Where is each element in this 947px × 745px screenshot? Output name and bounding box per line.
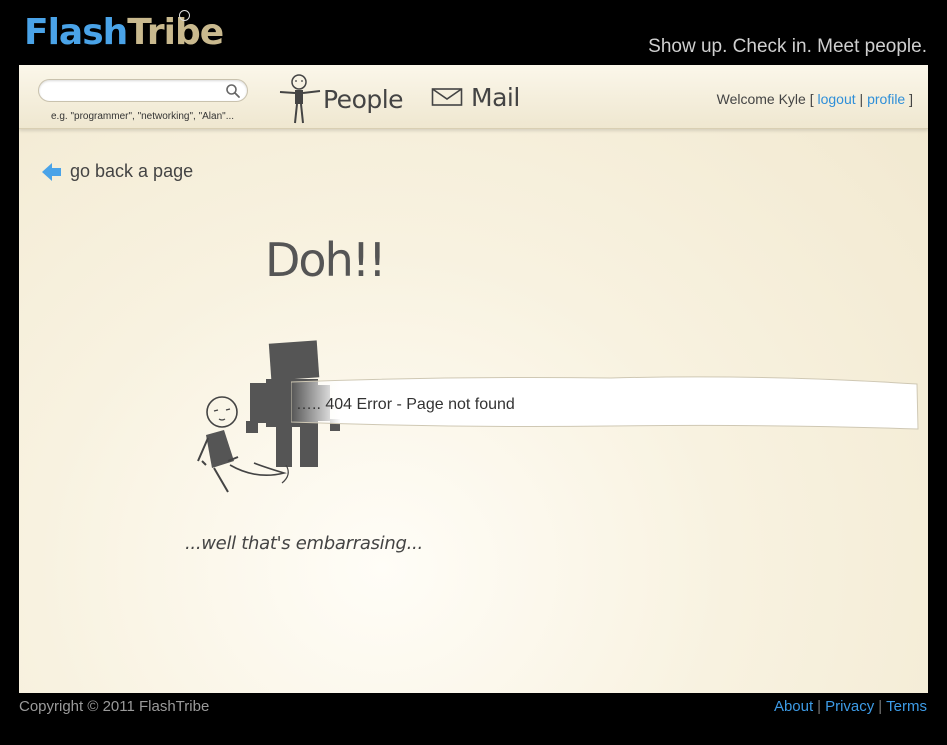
go-back-label: go back a page bbox=[70, 161, 194, 181]
footer-privacy-link[interactable]: Privacy bbox=[825, 698, 874, 715]
nav-people-label: People bbox=[323, 84, 404, 114]
nav-mail-link[interactable]: Mail bbox=[431, 79, 520, 115]
footer-links: About | Privacy | Terms bbox=[774, 698, 927, 715]
logo-flash-text: Flash bbox=[24, 12, 128, 53]
footer-terms-link[interactable]: Terms bbox=[886, 698, 927, 715]
nav-mail-label: Mail bbox=[471, 82, 520, 112]
welcome-separator: | bbox=[859, 91, 864, 107]
welcome-bar: Welcome Kyle [ logout | profile ] bbox=[717, 91, 913, 107]
welcome-text: Welcome Kyle [ bbox=[716, 91, 814, 107]
flashtribe-logo[interactable]: FlashTribe bbox=[24, 10, 224, 53]
logo-tribe-text: Tribe bbox=[127, 12, 224, 53]
logout-link[interactable]: logout bbox=[818, 91, 856, 107]
left-arrow-icon bbox=[42, 162, 61, 181]
envelope-icon bbox=[431, 88, 463, 106]
main-panel: e.g. "programmer", "networking", "Alan".… bbox=[19, 65, 928, 693]
tagline: Show up. Check in. Meet people. bbox=[648, 36, 927, 57]
error-heading: Doh!! bbox=[265, 233, 387, 287]
error-message: ….. 404 Error - Page not found bbox=[296, 396, 515, 413]
stick-figure-icon bbox=[279, 74, 321, 124]
footer-separator: | bbox=[817, 698, 822, 715]
profile-link[interactable]: profile bbox=[867, 91, 905, 107]
search-hint: e.g. "programmer", "networking", "Alan".… bbox=[51, 111, 235, 122]
embarrassed-caption: ...well that's embarrasing... bbox=[185, 533, 423, 554]
go-back-link[interactable]: go back a page bbox=[42, 161, 193, 182]
nav-people-link[interactable]: People bbox=[277, 73, 404, 125]
welcome-close-bracket: ] bbox=[909, 91, 913, 107]
search-icon[interactable] bbox=[225, 83, 241, 99]
logo-smiley-icon bbox=[179, 10, 190, 21]
top-navbar: e.g. "programmer", "networking", "Alan".… bbox=[19, 65, 928, 129]
footer-separator: | bbox=[878, 698, 883, 715]
footer-about-link[interactable]: About bbox=[774, 698, 813, 715]
copyright-text: Copyright © 2011 FlashTribe bbox=[19, 698, 210, 715]
search-input[interactable] bbox=[38, 79, 248, 102]
